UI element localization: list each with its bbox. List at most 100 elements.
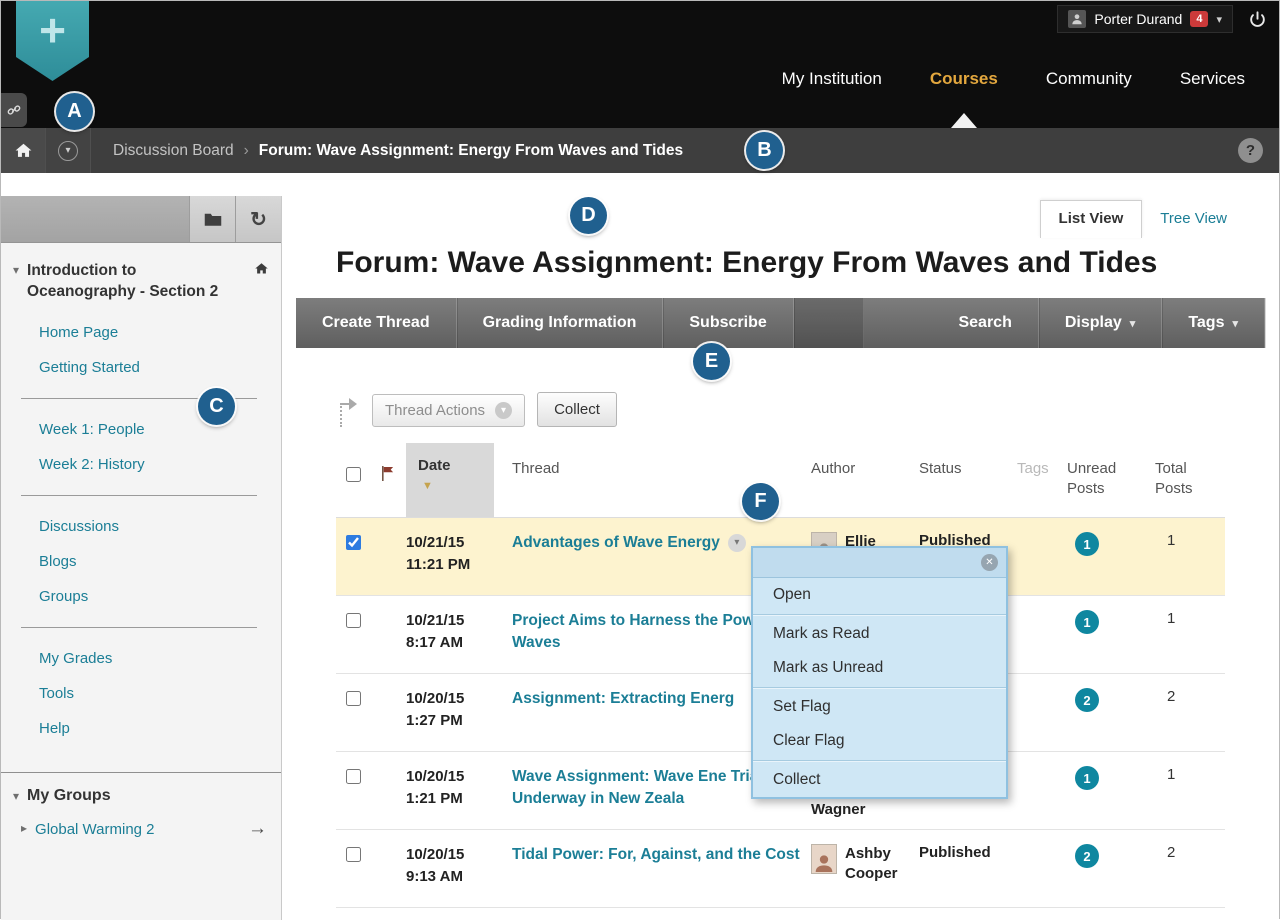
status-header[interactable]: Status	[919, 443, 1017, 479]
refresh-icon: ↻	[250, 207, 267, 232]
thread-date: 10/21/15	[406, 610, 512, 632]
thread-link[interactable]: Tidal Power: For, Against, and the Cost	[512, 846, 800, 863]
sidebar-divider	[21, 627, 257, 628]
tags-dropdown[interactable]: Tags ▾	[1162, 298, 1265, 348]
thread-link[interactable]: Wave Assignment: Wave Ene Trials Underwa…	[512, 768, 771, 807]
row-checkbox[interactable]	[346, 847, 361, 862]
sidebar-item-blogs[interactable]: Blogs	[1, 544, 281, 579]
action-bar-gap	[794, 298, 864, 348]
unread-count-badge[interactable]: 2	[1075, 844, 1099, 868]
tab-list-view[interactable]: List View	[1040, 200, 1143, 238]
unread-count-badge[interactable]: 1	[1075, 532, 1099, 556]
thread-status: Published	[919, 844, 1017, 861]
tags-header: Tags	[1017, 443, 1067, 479]
thread-actions-button[interactable]: Thread Actions ▾	[372, 394, 525, 427]
sidebar-item-global-warming-2[interactable]: Global Warming 2	[35, 821, 240, 838]
nav-services[interactable]: Services	[1180, 69, 1245, 89]
sidebar-item-home-page[interactable]: Home Page	[1, 315, 281, 350]
total-posts-count: 1	[1167, 610, 1175, 627]
course-title[interactable]: Introduction to Oceanography - Section 2	[27, 261, 246, 303]
sidebar-item-groups[interactable]: Groups	[1, 579, 281, 614]
search-button[interactable]: Search	[932, 298, 1038, 348]
tab-tree-view[interactable]: Tree View	[1142, 201, 1245, 238]
sidebar-item-week-1-people[interactable]: Week 1: People	[1, 412, 281, 447]
course-header: ▾ Introduction to Oceanography - Section…	[1, 243, 281, 311]
menu-item-mark-as-read[interactable]: Mark as Read	[753, 617, 1006, 651]
thread-time: 1:27 PM	[406, 710, 512, 732]
thread-time: 8:17 AM	[406, 632, 512, 654]
thread-link[interactable]: Assignment: Extracting Energ	[512, 690, 734, 707]
breadcrumb-current: Forum: Wave Assignment: Energy From Wave…	[259, 142, 683, 160]
breadcrumb-discussion-board[interactable]: Discussion Board	[113, 142, 234, 160]
home-button[interactable]	[1, 128, 46, 173]
select-all-checkbox[interactable]	[346, 467, 361, 482]
thread-header[interactable]: Thread	[512, 443, 801, 479]
total-posts-count: 2	[1167, 844, 1175, 861]
total-posts-header[interactable]: Total Posts	[1155, 443, 1225, 500]
subscribe-button[interactable]: Subscribe	[663, 298, 793, 348]
sidebar-item-my-grades[interactable]: My Grades	[1, 641, 281, 676]
view-toggle: List View Tree View	[296, 196, 1265, 238]
unread-count-badge[interactable]: 1	[1075, 610, 1099, 634]
breadcrumb-expand-button[interactable]: ▾	[46, 128, 91, 173]
thread-link[interactable]: Advantages of Wave Energy	[512, 534, 720, 551]
context-menu-header: ✕	[753, 548, 1006, 578]
collapse-icon[interactable]: ▾	[13, 261, 19, 303]
sidebar-item-tools[interactable]: Tools	[1, 676, 281, 711]
course-home-button[interactable]	[254, 261, 269, 303]
sort-by-date-header[interactable]: Date ▼	[406, 443, 494, 517]
row-checkbox[interactable]	[346, 769, 361, 784]
nav-my-institution[interactable]: My Institution	[782, 69, 882, 89]
accessibility-tab[interactable]	[1, 93, 27, 127]
collapse-icon[interactable]: ▾	[13, 787, 19, 806]
thread-actions-label: Thread Actions	[385, 402, 485, 419]
sidebar-item-discussions[interactable]: Discussions	[1, 509, 281, 544]
author-avatar	[811, 844, 837, 874]
help-button[interactable]: ?	[1238, 138, 1263, 163]
chevron-down-icon: ▾	[1130, 317, 1136, 330]
my-groups-label[interactable]: My Groups	[27, 787, 111, 805]
row-checkbox[interactable]	[346, 691, 361, 706]
nav-courses[interactable]: Courses	[930, 69, 998, 89]
flag-icon[interactable]	[380, 465, 395, 482]
user-menu[interactable]: Porter Durand 4 ▾	[1057, 5, 1233, 33]
thread-link[interactable]: Project Aims to Harness the Power of Wav…	[512, 612, 788, 651]
top-right-controls: Porter Durand 4 ▾	[1057, 5, 1271, 33]
author-header[interactable]: Author	[811, 443, 919, 479]
nav-community[interactable]: Community	[1046, 69, 1132, 89]
grading-information-button[interactable]: Grading Information	[457, 298, 664, 348]
menu-item-collect[interactable]: Collect	[753, 763, 1006, 797]
forum-action-bar: Create Thread Grading Information Subscr…	[296, 298, 1265, 348]
sidebar-nav-group-1: Home Page Getting Started	[1, 315, 281, 385]
sidebar-item-help[interactable]: Help	[1, 711, 281, 746]
logout-button[interactable]	[1243, 5, 1271, 33]
link-icon	[7, 103, 21, 117]
create-thread-button[interactable]: Create Thread	[296, 298, 457, 348]
close-icon[interactable]: ✕	[981, 554, 998, 571]
course-menu-folder-button[interactable]	[189, 196, 235, 242]
display-label: Display	[1065, 314, 1122, 332]
top-nav: My Institution Courses Community Service…	[782, 69, 1245, 89]
row-checkbox[interactable]	[346, 613, 361, 628]
collect-button[interactable]: Collect	[537, 392, 617, 427]
unread-count-badge[interactable]: 2	[1075, 688, 1099, 712]
menu-item-mark-as-unread[interactable]: Mark as Unread	[753, 651, 1006, 685]
callout-e: E	[693, 343, 730, 380]
thread-options-chevron[interactable]: ▾	[728, 534, 746, 552]
callout-a: A	[56, 93, 93, 130]
unread-count-badge[interactable]: 1	[1075, 766, 1099, 790]
unread-posts-header[interactable]: Unread Posts	[1067, 443, 1155, 500]
thread-time: 11:21 PM	[406, 554, 512, 576]
display-dropdown[interactable]: Display ▾	[1039, 298, 1162, 348]
sidebar-item-week-2-history[interactable]: Week 2: History	[1, 447, 281, 482]
menu-item-set-flag[interactable]: Set Flag	[753, 690, 1006, 724]
sidebar-item-getting-started[interactable]: Getting Started	[1, 350, 281, 385]
add-module-tab[interactable]: +	[16, 1, 89, 81]
row-checkbox[interactable]	[346, 535, 361, 550]
refresh-button[interactable]: ↻	[235, 196, 281, 242]
caret-right-icon[interactable]: ▸	[21, 819, 27, 838]
menu-item-clear-flag[interactable]: Clear Flag	[753, 724, 1006, 758]
author-name: Wagner	[811, 800, 865, 820]
menu-item-open[interactable]: Open	[753, 578, 1006, 612]
open-group-arrow[interactable]: →	[248, 818, 267, 840]
